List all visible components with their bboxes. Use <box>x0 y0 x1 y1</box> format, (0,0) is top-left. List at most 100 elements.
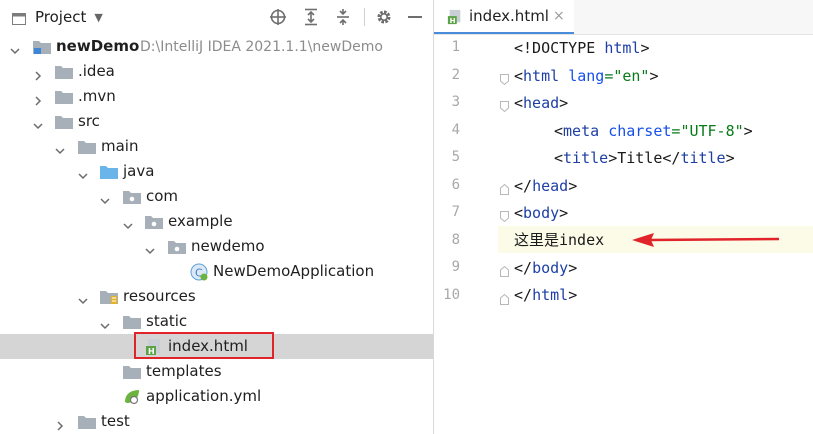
code-token: html <box>523 67 569 85</box>
code-token: > <box>568 177 578 195</box>
locate-icon[interactable] <box>268 7 288 27</box>
fold-open-icon[interactable] <box>500 207 509 223</box>
tab-index-html[interactable]: H index.html × <box>434 0 574 34</box>
tree-item-newdemo-package[interactable]: newdemo <box>0 234 433 259</box>
tree-item-application-yml[interactable]: application.yml <box>0 384 433 409</box>
chevron-down-icon[interactable] <box>123 216 133 230</box>
code-token: < <box>514 204 524 222</box>
folder-icon <box>55 64 73 80</box>
tree-item-example[interactable]: example <box>0 209 433 234</box>
svg-text:H: H <box>450 16 456 25</box>
code-token: < <box>514 67 524 85</box>
chevron-down-icon[interactable] <box>145 241 155 255</box>
chevron-down-icon[interactable] <box>78 166 88 180</box>
package-icon <box>145 214 163 230</box>
folder-icon <box>55 89 73 105</box>
tab-label: index.html <box>469 7 549 25</box>
line-number: 1 <box>451 39 460 55</box>
tree-item-label: newDemo <box>56 37 140 55</box>
code-token: > <box>559 94 569 112</box>
code-line-8[interactable]: 这里是index <box>514 227 604 254</box>
editor-tab-bar: H index.html × <box>434 0 813 35</box>
tree-item-com[interactable]: com <box>0 184 433 209</box>
tree-item-src[interactable]: src <box>0 109 433 134</box>
tree-item-label: NewDemoApplication <box>213 262 375 280</box>
chevron-down-icon[interactable] <box>33 116 43 130</box>
code-line-5[interactable]: <title>Title</title> <box>554 145 735 172</box>
tree-item-label: resources <box>123 287 196 305</box>
chevron-down-icon[interactable] <box>78 291 88 305</box>
fold-close-icon[interactable] <box>500 290 509 305</box>
close-icon[interactable]: × <box>553 8 565 24</box>
tree-item-main[interactable]: main <box>0 134 433 159</box>
gear-icon[interactable] <box>374 7 394 27</box>
expand-all-icon[interactable] <box>301 7 321 27</box>
code-line-6[interactable]: </head> <box>514 173 577 200</box>
fold-open-icon[interactable] <box>500 70 509 86</box>
fold-open-icon[interactable] <box>500 97 509 113</box>
project-view-selector[interactable]: Project ▼ <box>12 7 103 27</box>
code-token: > <box>640 39 650 57</box>
code-line-2[interactable]: <html lang="en"> <box>514 63 659 90</box>
package-icon <box>168 239 186 255</box>
project-title: Project <box>35 8 87 26</box>
hide-icon[interactable] <box>405 7 425 27</box>
tree-item-label: application.yml <box>146 387 262 405</box>
source-folder-icon <box>100 164 118 180</box>
tree-item-idea[interactable]: .idea <box>0 59 433 84</box>
folder-icon <box>55 114 73 130</box>
tree-item-test[interactable]: test <box>0 409 433 434</box>
chevron-down-icon[interactable] <box>100 316 110 330</box>
tree-item-mvn[interactable]: .mvn <box>0 84 433 109</box>
tree-item-label: .idea <box>78 62 115 80</box>
line-number: 8 <box>451 232 460 248</box>
tree-item-label: java <box>123 162 155 180</box>
chevron-down-icon[interactable] <box>55 141 65 155</box>
chevron-right-icon[interactable] <box>33 66 43 81</box>
folder-icon <box>123 364 141 380</box>
code-line-9[interactable]: </body> <box>514 255 577 282</box>
code-token: < <box>514 94 524 112</box>
line-number: 2 <box>451 67 460 83</box>
collapse-all-icon[interactable] <box>333 7 353 27</box>
toolbar-divider <box>364 8 365 26</box>
spring-config-icon <box>123 388 141 405</box>
tree-item-newdemoapplication[interactable]: C NewDemoApplication <box>0 259 433 284</box>
code-token: html <box>532 286 569 304</box>
line-number: 9 <box>451 259 460 275</box>
chevron-down-icon: ▼ <box>94 10 103 24</box>
tree-item-static[interactable]: static <box>0 309 433 334</box>
tree-item-label: src <box>78 112 100 130</box>
ide-window: Project ▼ newDemo D:\IntelliJ IDEA 2021.… <box>0 0 813 434</box>
code-token: 这里是index <box>514 231 605 249</box>
tree-item-templates[interactable]: templates <box>0 359 433 384</box>
code-token: </ <box>514 177 533 195</box>
line-number: 3 <box>451 94 460 110</box>
chevron-down-icon[interactable] <box>100 191 110 205</box>
code-token: meta <box>563 122 609 140</box>
chevron-down-icon[interactable] <box>10 41 20 55</box>
chevron-right-icon[interactable] <box>55 416 65 431</box>
code-token: title <box>563 149 609 167</box>
fold-close-icon[interactable] <box>500 262 509 277</box>
code-line-10[interactable]: </html> <box>514 282 577 309</box>
tree-item-java[interactable]: java <box>0 159 433 184</box>
annotation-arrow-icon <box>632 233 780 247</box>
code-token: > <box>568 286 578 304</box>
code-line-4[interactable]: <meta charset="UTF-8"> <box>554 118 753 145</box>
code-token: < <box>554 149 564 167</box>
code-token: lang <box>568 67 605 85</box>
code-line-1[interactable]: <!DOCTYPE html> <box>514 35 649 62</box>
fold-close-icon[interactable] <box>500 180 509 195</box>
code-token: > <box>725 149 735 167</box>
code-line-3[interactable]: <head> <box>514 90 568 117</box>
tree-item-newdemo[interactable]: newDemo D:\IntelliJ IDEA 2021.1.1\newDem… <box>0 34 433 59</box>
tree-item-label: main <box>101 137 139 155</box>
chevron-right-icon[interactable] <box>33 91 43 106</box>
folder-icon <box>123 314 141 330</box>
line-number: 6 <box>451 177 460 193</box>
line-number: 10 <box>443 287 460 303</box>
module-folder-icon <box>33 39 51 55</box>
code-line-7[interactable]: <body> <box>514 200 568 227</box>
tree-item-resources[interactable]: resources <box>0 284 433 309</box>
